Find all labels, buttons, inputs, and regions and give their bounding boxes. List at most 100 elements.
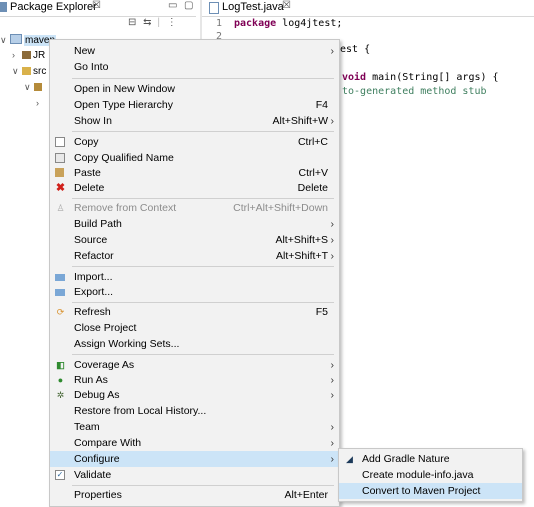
refresh-icon: ⟳ (56, 307, 65, 317)
tree-item-jre[interactable]: › JR (12, 50, 45, 66)
expand-icon[interactable]: ∨ (12, 66, 22, 77)
menu-item-go-into[interactable]: Go Into (50, 59, 339, 75)
menu-item-export[interactable]: Export... (50, 284, 339, 300)
menu-item-label: Convert to Maven Project (362, 485, 481, 497)
code-fragment: est { (340, 44, 371, 55)
menu-item-label: Copy (74, 136, 99, 148)
menu-item-open-in-new-window[interactable]: Open in New Window (50, 81, 339, 97)
menu-item-assign-working-sets[interactable]: Assign Working Sets... (50, 336, 339, 352)
menu-item-label: Delete (74, 182, 105, 194)
menu-item-copy[interactable]: Copy Ctrl+C (50, 134, 339, 150)
tree-item-label: JR (33, 50, 46, 61)
tree-item-project[interactable]: ∨ maven (0, 34, 57, 50)
maximize-icon[interactable]: ▢ (184, 0, 193, 11)
line-number: 1 (216, 18, 223, 29)
code-comment: to-generated method stub (342, 86, 487, 97)
tree-item-src[interactable]: ∨ src (12, 66, 46, 82)
menu-item-properties[interactable]: Properties Alt+Enter (50, 487, 339, 503)
menu-item-label: Restore from Local History... (74, 405, 207, 417)
menu-item-build-path[interactable]: Build Path › (50, 216, 339, 232)
menu-item-shortcut: Ctrl+Alt+Shift+Down (233, 202, 328, 214)
menu-item-label: Properties (74, 489, 122, 501)
menu-separator (72, 485, 334, 486)
java-file-icon (209, 2, 219, 14)
menu-item-team[interactable]: Team › (50, 419, 339, 435)
menu-item-refresh[interactable]: ⟳ Refresh F5 (50, 304, 339, 320)
menu-item-label: Source (74, 234, 108, 246)
menu-item-compare-with[interactable]: Compare With › (50, 435, 339, 451)
expand-icon[interactable]: ∨ (24, 82, 34, 93)
code-text: main(String[] args) { (366, 72, 499, 83)
coverage-icon: ◧ (56, 360, 65, 370)
menu-item-close-project[interactable]: Close Project (50, 320, 339, 336)
close-icon[interactable]: ☒ (282, 0, 291, 11)
paste-icon (55, 168, 64, 177)
menu-item-restore-local-history[interactable]: Restore from Local History... (50, 403, 339, 419)
view-menu-icon[interactable]: ⋮ (167, 17, 177, 28)
package-explorer-tab[interactable]: Package Explorer ☒ ▭ ▢ (0, 0, 196, 17)
menu-item-refactor[interactable]: Refactor Alt+Shift+T › (50, 248, 339, 264)
menu-item-label: Add Gradle Nature (362, 453, 450, 465)
menu-item-validate[interactable]: ✓ Validate (50, 467, 339, 483)
link-with-editor-icon[interactable]: ⇆ (143, 17, 151, 28)
toolbar-divider: | (157, 17, 160, 28)
tree-item-file[interactable]: › (36, 98, 46, 114)
menu-item-import[interactable]: Import... (50, 269, 339, 285)
menu-item-label: Validate (74, 469, 112, 481)
code-keyword: void (342, 72, 367, 83)
submenu-arrow-icon: › (330, 437, 335, 449)
package-explorer-toolbar: ⊟ ⇆ | ⋮ (128, 17, 177, 28)
menu-item-delete[interactable]: ✖ Delete Delete (50, 180, 339, 196)
menu-item-label: Create module-info.java (362, 469, 474, 481)
tree-item-package[interactable]: ∨ (24, 82, 44, 98)
expand-icon[interactable]: ∨ (0, 35, 10, 46)
menu-item-configure[interactable]: Configure › (50, 451, 339, 467)
copy-qualified-icon (55, 153, 65, 163)
chevron-right-icon[interactable]: › (36, 98, 46, 108)
submenu-arrow-icon: › (330, 218, 335, 230)
menu-item-new[interactable]: New › (50, 43, 339, 59)
gradle-icon: ◢ (346, 454, 353, 464)
source-folder-icon (22, 67, 31, 75)
menu-item-create-module-info[interactable]: Create module-info.java (339, 467, 522, 483)
menu-item-add-gradle-nature[interactable]: ◢ Add Gradle Nature (339, 451, 522, 467)
menu-item-debug-as[interactable]: ✲ Debug As › (50, 387, 339, 403)
remove-context-icon: ♙ (56, 203, 65, 213)
collapse-all-icon[interactable]: ⊟ (128, 17, 136, 28)
menu-item-open-type-hierarchy[interactable]: Open Type Hierarchy F4 (50, 97, 339, 113)
menu-item-label: Paste (74, 167, 101, 179)
menu-item-shortcut: F4 (315, 99, 328, 111)
chevron-right-icon[interactable]: › (12, 50, 22, 60)
menu-item-label: Build Path (74, 218, 122, 230)
menu-item-label: Show In (74, 115, 112, 127)
context-menu: New › Go Into Open in New Window Open Typ… (49, 39, 340, 507)
delete-icon: ✖ (55, 182, 66, 194)
menu-item-label: Open in New Window (74, 83, 175, 95)
menu-item-run-as[interactable]: ● Run As › (50, 372, 339, 388)
export-icon (55, 289, 65, 296)
menu-item-shortcut: Ctrl+C (297, 136, 328, 148)
menu-item-label: New (74, 45, 96, 57)
submenu-arrow-icon: › (330, 115, 335, 127)
menu-item-label: Open Type Hierarchy (74, 99, 174, 111)
menu-item-source[interactable]: Source Alt+Shift+S › (50, 232, 339, 248)
menu-item-paste[interactable]: Paste Ctrl+V (50, 165, 339, 181)
menu-item-copy-qualified-name[interactable]: Copy Qualified Name (50, 150, 339, 166)
editor-tab-label: LogTest.java (222, 1, 284, 13)
project-icon (10, 34, 22, 44)
menu-item-label: Copy Qualified Name (74, 152, 174, 164)
menu-item-show-in[interactable]: Show In Alt+Shift+W › (50, 113, 339, 129)
close-icon[interactable]: ☒ (92, 0, 101, 11)
menu-item-remove-from-context: ♙ Remove from Context Ctrl+Alt+Shift+Down (50, 200, 339, 216)
tree-item-label: src (33, 66, 47, 77)
code-fragment: void main(String[] args) { (342, 72, 499, 83)
menu-item-coverage-as[interactable]: ◧ Coverage As › (50, 357, 339, 373)
minimize-icon[interactable]: ▭ (168, 0, 177, 11)
menu-item-convert-to-maven[interactable]: Convert to Maven Project (339, 483, 522, 499)
menu-separator (72, 78, 334, 79)
package-explorer-icon (0, 2, 7, 12)
menu-item-label: Remove from Context (74, 202, 177, 214)
copy-icon (55, 137, 65, 147)
menu-separator (72, 354, 334, 355)
editor-tab[interactable]: LogTest.java ☒ (202, 0, 534, 17)
